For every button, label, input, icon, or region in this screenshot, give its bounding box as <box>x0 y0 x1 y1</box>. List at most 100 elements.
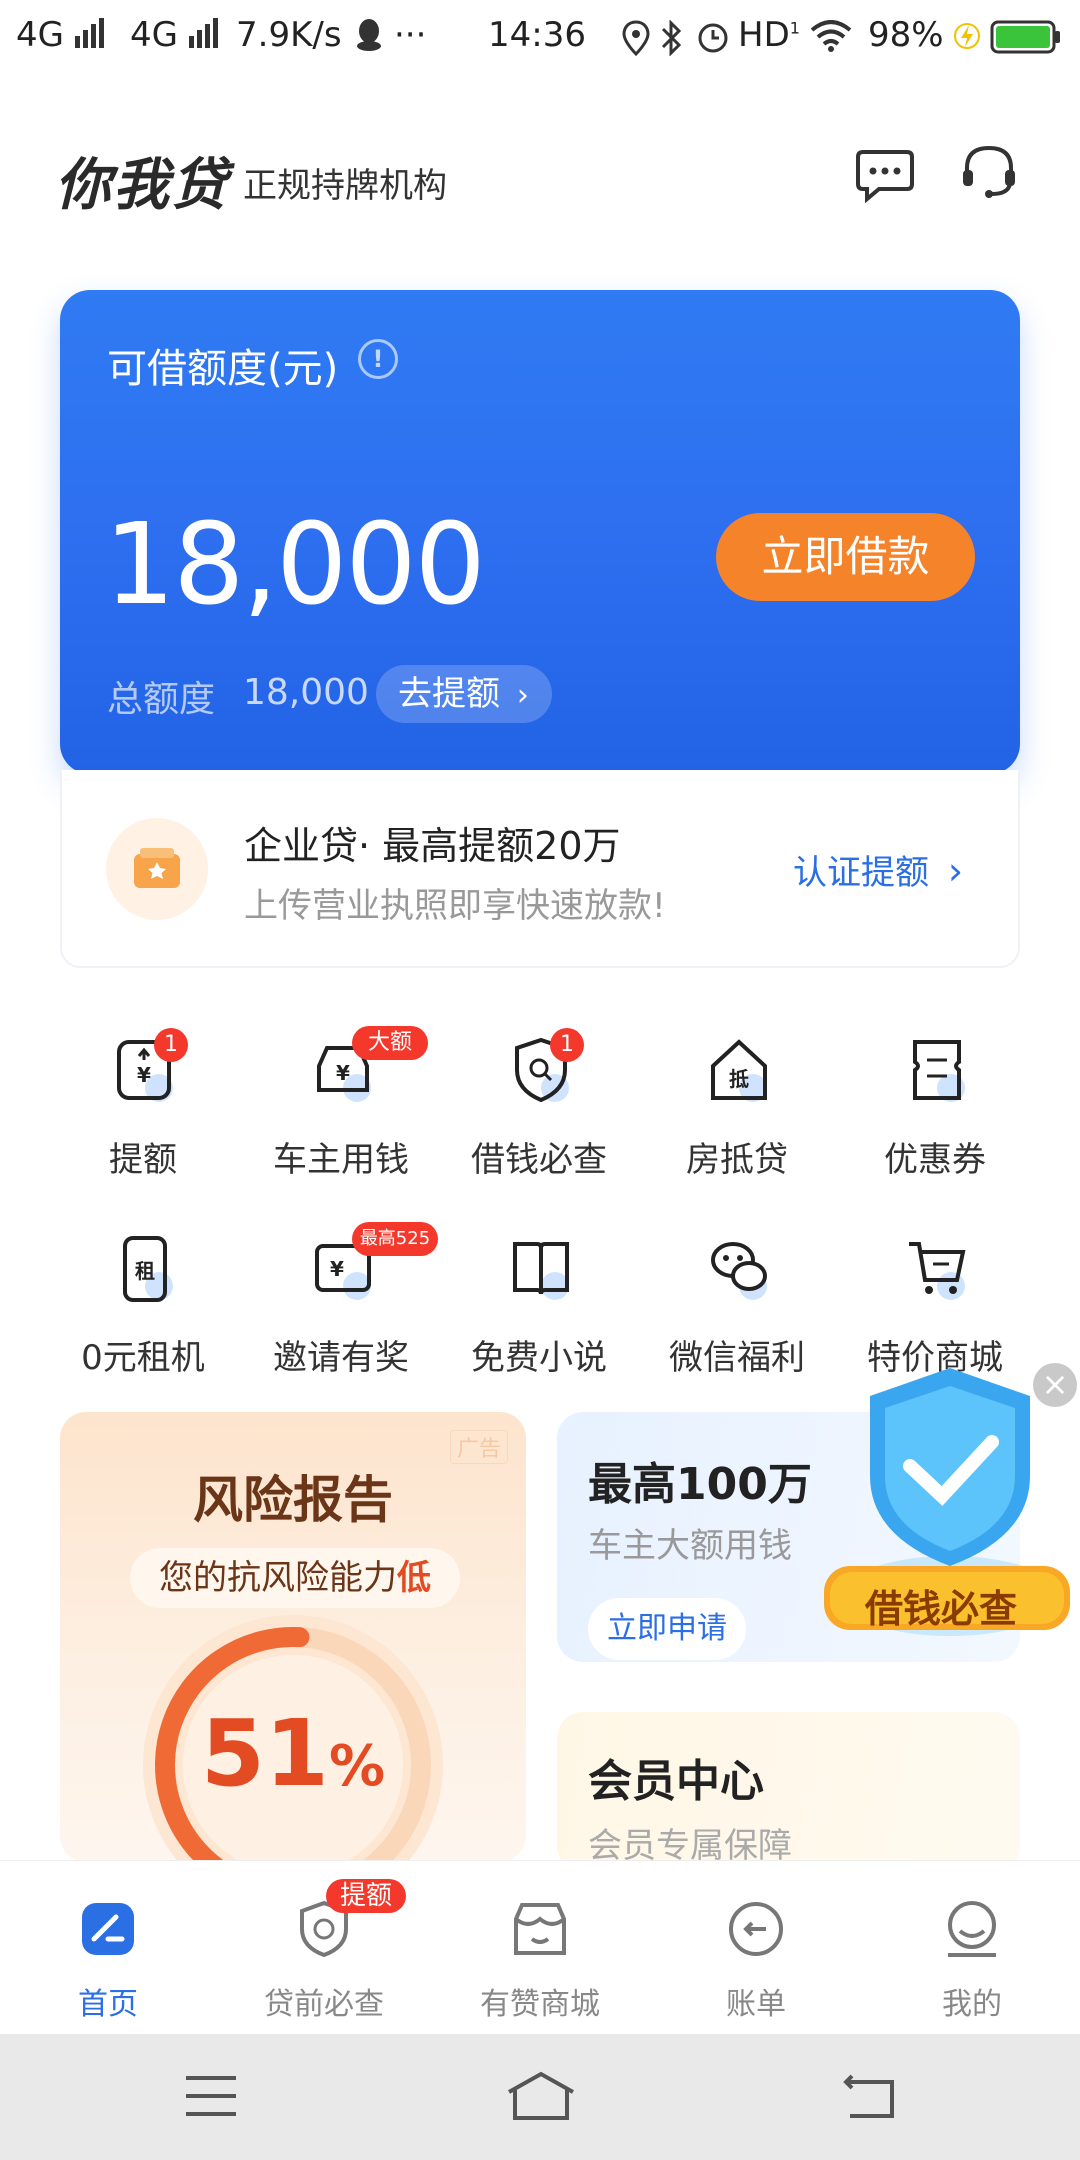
service-discount-mall[interactable]: 特价商城 <box>836 1234 1034 1384</box>
wifi-icon <box>810 20 852 61</box>
service-raise-limit[interactable]: ¥ 1 提额 <box>44 1028 242 1186</box>
risk-level-pill: 您的抗风险能力低 <box>130 1548 460 1608</box>
enterprise-loan-title: 企业贷· 最高提额20万 <box>244 824 621 868</box>
wallet-star-icon <box>106 818 208 920</box>
apply-now-button[interactable]: 立即申请 <box>588 1598 746 1660</box>
service-badge: 大额 <box>352 1026 428 1060</box>
floating-ad-label: 借钱必查 <box>865 1587 1018 1631</box>
info-icon[interactable]: ! <box>358 339 398 379</box>
verify-raise-label: 认证提额 <box>793 853 929 893</box>
service-label: 微信福利 <box>669 1338 805 1378</box>
tab-label: 账单 <box>726 1987 786 2022</box>
location-icon <box>622 20 650 65</box>
borrow-now-button[interactable]: 立即借款 <box>716 513 975 601</box>
more-indicator: ··· <box>394 15 427 55</box>
tab-home[interactable]: 首页 <box>0 1861 216 2035</box>
tab-badge: 提额 <box>326 1879 406 1913</box>
chevron-right-icon: › <box>516 678 529 713</box>
hd-indicator: HD1 <box>738 15 800 55</box>
menu-icon[interactable] <box>184 2074 238 2118</box>
qq-icon <box>355 18 383 61</box>
home-nav-icon[interactable] <box>505 2070 577 2122</box>
loan-card-title: 最高100万 <box>588 1459 812 1510</box>
house-icon: 抵 <box>711 1039 767 1102</box>
bluetooth-icon <box>660 19 682 65</box>
tab-label: 首页 <box>78 1987 138 2022</box>
back-icon[interactable] <box>842 2072 896 2120</box>
home-icon <box>82 1903 134 1955</box>
risk-level-value: 低 <box>397 1558 431 1598</box>
svg-text:抵: 抵 <box>729 1067 749 1091</box>
tab-profile[interactable]: 我的 <box>864 1861 1080 2035</box>
coupon-icon <box>913 1040 965 1102</box>
service-wechat-benefits[interactable]: 微信福利 <box>638 1234 836 1384</box>
bill-icon <box>729 1902 783 1956</box>
network-indicator-2: 4G <box>130 15 221 57</box>
service-coupons[interactable]: 优惠券 <box>836 1036 1034 1186</box>
service-phone-rent[interactable]: 租 0元租机 <box>44 1234 242 1384</box>
charging-icon <box>954 20 980 61</box>
service-label: 借钱必查 <box>471 1140 607 1180</box>
credit-title: 可借额度(元) <box>107 346 339 392</box>
tab-label: 有赞商城 <box>480 1987 600 2022</box>
service-free-novels[interactable]: 免费小说 <box>440 1234 638 1384</box>
app-logo: 你我贷 <box>55 153 229 218</box>
service-invite-reward[interactable]: ¥ 最高525 邀请有奖 <box>242 1222 440 1384</box>
app-slogan: 正规持牌机构 <box>243 166 447 206</box>
system-navigation-bar <box>0 2034 1080 2160</box>
service-badge: 最高525 <box>352 1222 438 1256</box>
book-icon <box>513 1242 569 1300</box>
svg-text:¥: ¥ <box>330 1257 344 1281</box>
risk-report-title: 风险报告 <box>193 1471 393 1529</box>
risk-percent-unit: % <box>328 1734 386 1799</box>
network-indicator-1: 4G <box>16 15 107 57</box>
risk-percent: 51% <box>60 1700 526 1807</box>
tab-label: 我的 <box>942 1987 1002 2022</box>
service-badge: 1 <box>154 1028 188 1062</box>
raise-limit-label: 去提额 <box>398 674 500 714</box>
alarm-icon <box>696 20 730 63</box>
total-credit-value: 18,000 <box>243 672 369 713</box>
service-borrow-check[interactable]: 1 借钱必查 <box>440 1028 638 1186</box>
close-ad-button[interactable]: × <box>1033 1363 1077 1407</box>
service-badge: 1 <box>550 1028 584 1062</box>
svg-text:租: 租 <box>135 1259 155 1283</box>
available-amount: 18,000 <box>104 500 486 630</box>
status-bar: 4G 4G 7.9K/s ··· 14:36 HD1 98% <box>0 0 1080 75</box>
battery-percent: 98% <box>868 15 944 55</box>
service-car-owner-cash[interactable]: ¥ 大额 车主用钱 <box>242 1026 440 1186</box>
profile-icon <box>948 1901 996 1957</box>
cart-icon <box>909 1242 966 1300</box>
verify-raise-link[interactable]: 认证提额 › <box>793 845 963 894</box>
service-label: 0元租机 <box>81 1338 205 1378</box>
bottom-tab-bar: 首页 提额 贷前必查 有赞商城 账单 我的 <box>0 1860 1080 2034</box>
service-label: 提额 <box>109 1140 177 1180</box>
service-label: 车主用钱 <box>273 1140 409 1180</box>
service-mortgage-loan[interactable]: 抵 房抵贷 <box>638 1036 836 1186</box>
customer-service-icon[interactable] <box>958 140 1020 202</box>
raise-limit-button[interactable]: 去提额 › <box>376 665 552 723</box>
message-icon[interactable] <box>855 148 915 204</box>
network-speed: 7.9K/s <box>236 15 342 55</box>
phone-rent-icon: 租 <box>123 1236 173 1302</box>
enterprise-loan-subtitle: 上传营业执照即享快速放款! <box>244 886 666 926</box>
battery-icon <box>990 20 1062 63</box>
clock: 14:36 <box>488 15 586 55</box>
service-label: 优惠券 <box>884 1140 986 1180</box>
service-label: 邀请有奖 <box>273 1338 409 1378</box>
total-credit-label: 总额度 <box>107 679 216 720</box>
wechat-icon <box>711 1242 767 1300</box>
floating-ad-borrow-check[interactable]: 借钱必查 <box>820 1366 1070 1666</box>
member-center-title: 会员中心 <box>588 1756 764 1807</box>
tab-pre-loan-check[interactable]: 提额 贷前必查 <box>216 1861 432 2035</box>
risk-percent-value: 51 <box>200 1700 329 1807</box>
ad-tag: 广告 <box>449 1430 508 1464</box>
chevron-right-icon: › <box>947 849 964 893</box>
tab-label: 贷前必查 <box>264 1987 384 2022</box>
shop-icon <box>514 1903 566 1955</box>
service-label: 免费小说 <box>471 1338 607 1378</box>
tab-bills[interactable]: 账单 <box>648 1861 864 2035</box>
tab-youzan-mall[interactable]: 有赞商城 <box>432 1861 648 2035</box>
loan-card-subtitle: 车主大额用钱 <box>588 1526 792 1566</box>
service-label: 房抵贷 <box>686 1140 788 1180</box>
